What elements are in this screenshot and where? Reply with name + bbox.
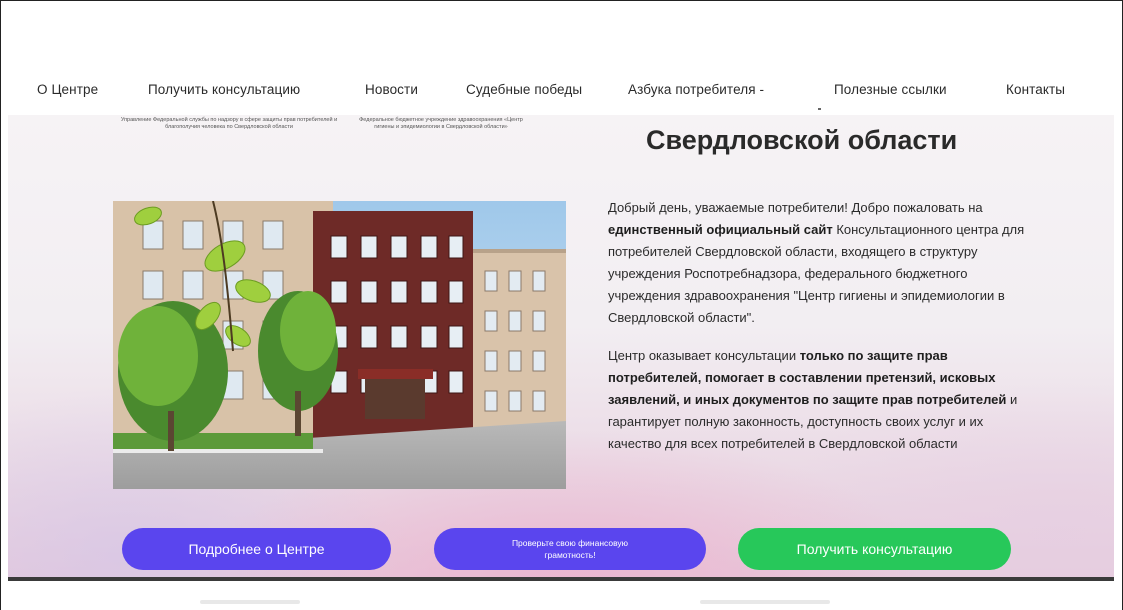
- financial-literacy-button[interactable]: Проверьте свою финансовую грамотность!: [434, 528, 706, 570]
- intro-text: Добрый день, уважаемые потребители! Добр…: [608, 197, 1038, 455]
- center-building-photo: [113, 201, 566, 489]
- intro-paragraph-1: Добрый день, уважаемые потребители! Добр…: [608, 200, 1025, 325]
- nav-item-get-consultation[interactable]: Получить консультацию: [148, 82, 300, 97]
- nav-item-court-wins[interactable]: Судебные победы: [466, 82, 582, 97]
- region-title: Свердловской области: [646, 125, 958, 155]
- intro-paragraph-2: Центр оказывает консультации только по з…: [608, 348, 1018, 451]
- nav-item-contacts[interactable]: Контакты: [1006, 82, 1065, 97]
- title-separator-dot: [818, 108, 821, 110]
- org-rospotrebnadzor-text: Управление Федеральной службы по надзору…: [120, 117, 338, 130]
- nav-item-about[interactable]: О Центре: [37, 82, 98, 97]
- nav-item-consumer-abc-dropdown[interactable]: Азбука потребителя -: [628, 82, 764, 97]
- nav-item-useful-links[interactable]: Полезные ссылки: [834, 82, 947, 97]
- main-nav: О Центре Получить консультацию Новости С…: [0, 72, 1123, 106]
- below-fold-hint-right: [700, 600, 830, 604]
- about-center-button[interactable]: Подробнее о Центре: [122, 528, 391, 570]
- below-fold-hint-left: [200, 600, 300, 604]
- hero-divider: [8, 577, 1114, 581]
- org-fbuz-text: Федеральное бюджетное учреждение здравоо…: [359, 117, 523, 130]
- get-consultation-button[interactable]: Получить консультацию: [738, 528, 1011, 570]
- nav-item-news[interactable]: Новости: [365, 82, 418, 97]
